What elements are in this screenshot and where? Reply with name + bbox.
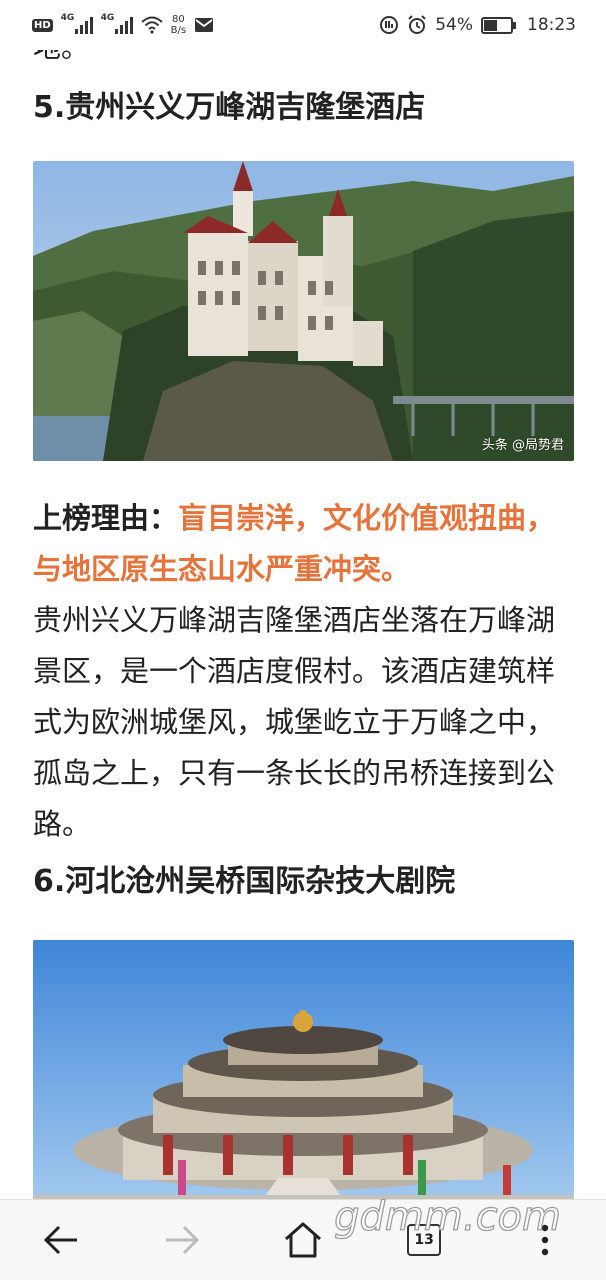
hd-badge: HD — [32, 18, 53, 32]
castle-hotel-image[interactable]: 头条 @局势君 — [33, 161, 574, 461]
acrobatics-theater-image[interactable] — [33, 940, 574, 1220]
clock: 18:23 — [527, 15, 576, 35]
forward-button[interactable] — [152, 1210, 212, 1270]
back-arrow-icon — [43, 1225, 77, 1255]
mail-icon — [195, 18, 214, 32]
heading-item-6: 6.河北沧州吴桥国际杂技大剧院 — [33, 864, 456, 899]
home-button[interactable] — [273, 1210, 333, 1270]
status-bar: HD 4G 4G 80 B/s 54% 18:23 — [0, 0, 606, 50]
network-speed: 80 B/s — [170, 14, 187, 36]
castle-hotel-illustration — [33, 161, 574, 461]
data-saver-icon — [380, 16, 399, 34]
home-icon — [284, 1222, 321, 1258]
battery-percent: 54% — [435, 15, 473, 35]
reason-label: 上榜理由： — [33, 501, 179, 535]
back-button[interactable] — [31, 1210, 91, 1270]
reason-block: 上榜理由：盲目崇洋，文化价值观扭曲，与地区原生态山水严重冲突。 — [33, 493, 578, 595]
theater-illustration — [33, 940, 574, 1220]
article-content: 地。 5.贵州兴义万峰湖吉隆堡酒店 — [33, 50, 578, 1220]
image-watermark: 头条 @局势君 — [481, 438, 564, 453]
battery-icon — [481, 16, 516, 34]
site-watermark: gdmm.com — [333, 1193, 561, 1240]
signal-icon: 4G — [61, 13, 93, 34]
heading-item-5: 5.贵州兴义万峰湖吉隆堡酒店 — [33, 90, 426, 125]
signal-icon-2: 4G — [101, 13, 133, 34]
previous-text-fragment: 地。 — [33, 50, 578, 70]
hotel-description: 贵州兴义万峰湖吉隆堡酒店坐落在万峰湖景区，是一个酒店度假村。该酒店建筑样式为欧洲… — [33, 603, 556, 841]
alarm-icon — [408, 15, 426, 34]
forward-arrow-icon — [165, 1225, 199, 1255]
wifi-icon — [141, 16, 163, 34]
